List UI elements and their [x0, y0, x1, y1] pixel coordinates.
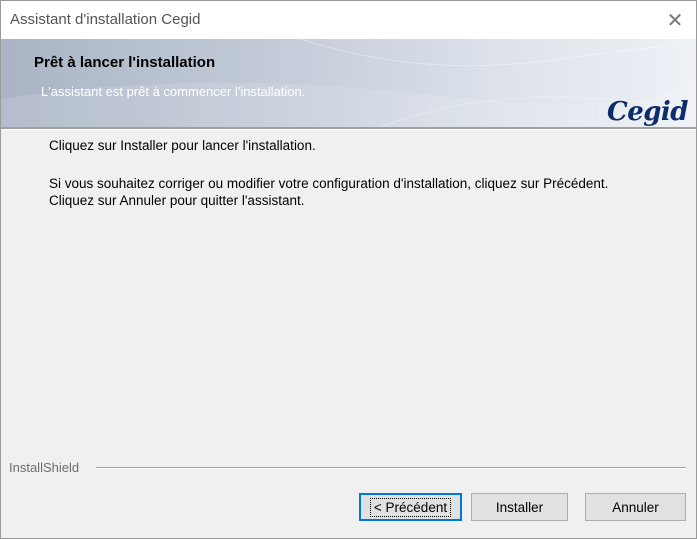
banner-subtitle: L'assistant est prêt à commencer l'insta…	[41, 84, 306, 99]
install-button[interactable]: Installer	[471, 493, 568, 521]
close-icon: ✕	[666, 9, 684, 32]
back-button-label: < Précédent	[369, 497, 452, 517]
installshield-label: InstallShield	[9, 460, 80, 475]
cancel-button-label: Annuler	[612, 499, 659, 515]
banner-title: Prêt à lancer l'installation	[34, 54, 216, 71]
cegid-logo: Cegid	[607, 97, 688, 127]
banner-divider	[1, 127, 696, 130]
header-banner: Prêt à lancer l'installation L'assistant…	[1, 39, 696, 127]
installer-window: Assistant d'installation Cegid ✕ Prêt à …	[0, 0, 697, 539]
instruction-line-2: Si vous souhaitez corriger ou modifier v…	[49, 176, 609, 191]
cancel-button[interactable]: Annuler	[585, 493, 686, 521]
close-button[interactable]: ✕	[654, 1, 696, 39]
separator-line	[96, 467, 686, 469]
banner-decoration	[1, 39, 696, 127]
install-button-label: Installer	[495, 499, 544, 515]
title-bar: Assistant d'installation Cegid ✕	[1, 1, 696, 39]
back-button[interactable]: < Précédent	[359, 493, 462, 521]
instruction-line-3: Cliquez sur Annuler pour quitter l'assis…	[49, 193, 305, 208]
window-title: Assistant d'installation Cegid	[10, 11, 201, 28]
instruction-line-1: Cliquez sur Installer pour lancer l'inst…	[49, 138, 316, 153]
